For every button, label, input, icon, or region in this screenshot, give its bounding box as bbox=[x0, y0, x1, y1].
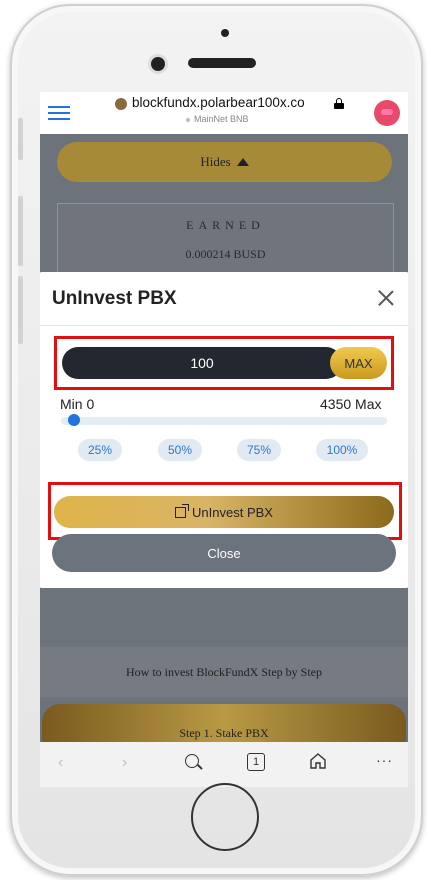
step1-label: Step 1. Stake PBX bbox=[179, 726, 269, 740]
network-label: MainNet BNB bbox=[194, 114, 249, 124]
modal-divider bbox=[40, 325, 408, 326]
modal-title: UnInvest PBX bbox=[52, 288, 177, 309]
hides-button[interactable]: Hides bbox=[57, 142, 392, 182]
max-button[interactable]: MAX bbox=[330, 347, 387, 379]
avatar[interactable] bbox=[374, 100, 400, 126]
browser-url-bar: blockfundx.polarbear100x.co MainNet BNB bbox=[40, 92, 408, 134]
speaker bbox=[188, 58, 256, 68]
amount-input[interactable]: 100 bbox=[62, 347, 342, 379]
hides-label: Hides bbox=[200, 154, 231, 169]
home-icon[interactable] bbox=[309, 752, 327, 770]
uninvest-button[interactable]: UnInvest PBX bbox=[54, 496, 394, 528]
pct-50-button[interactable]: 50% bbox=[158, 439, 202, 461]
volume-up-button bbox=[18, 118, 23, 160]
forward-icon[interactable]: › bbox=[122, 754, 127, 772]
earned-card: EARNED 0.000214 BUSD bbox=[57, 203, 394, 275]
min-label: Min 0 bbox=[60, 396, 95, 412]
volume-down-button bbox=[18, 196, 23, 266]
tabs-icon[interactable]: 1 bbox=[247, 753, 265, 771]
earned-value: 0.000214 BUSD bbox=[185, 247, 266, 261]
close-icon[interactable] bbox=[378, 290, 394, 306]
uninvest-modal: UnInvest PBX 100 MAX Min 0 4350 Max 25% … bbox=[40, 272, 408, 588]
home-hardware-button[interactable] bbox=[191, 783, 259, 851]
amount-slider[interactable] bbox=[61, 417, 387, 425]
network-dot bbox=[186, 118, 190, 122]
site-domain[interactable]: blockfundx.polarbear100x.co bbox=[132, 95, 305, 110]
earned-title: EARNED bbox=[186, 218, 265, 232]
more-icon[interactable]: ··· bbox=[376, 752, 393, 768]
howto-label: How to invest BlockFundX Step by Step bbox=[125, 664, 322, 679]
menu-icon[interactable] bbox=[48, 106, 70, 120]
external-link-icon bbox=[175, 503, 190, 518]
pct-25-button[interactable]: 25% bbox=[78, 439, 122, 461]
uninvest-label: UnInvest PBX bbox=[192, 504, 273, 520]
camera bbox=[151, 57, 165, 71]
power-button bbox=[18, 276, 23, 344]
search-icon[interactable] bbox=[185, 754, 199, 768]
screen: blockfundx.polarbear100x.co MainNet BNB … bbox=[40, 92, 408, 787]
pct-100-button[interactable]: 100% bbox=[316, 439, 368, 461]
max-label: 4350 Max bbox=[320, 396, 382, 412]
site-favicon bbox=[115, 98, 127, 110]
close-button[interactable]: Close bbox=[52, 534, 396, 572]
pct-75-button[interactable]: 75% bbox=[237, 439, 281, 461]
back-icon[interactable]: ‹ bbox=[58, 754, 63, 772]
howto-section[interactable]: How to invest BlockFundX Step by Step bbox=[40, 647, 408, 697]
browser-toolbar: ‹ › 1 ··· bbox=[40, 742, 408, 787]
triangle-up-icon bbox=[236, 158, 249, 166]
lock-icon bbox=[334, 98, 344, 109]
sensor-dot bbox=[221, 29, 229, 37]
